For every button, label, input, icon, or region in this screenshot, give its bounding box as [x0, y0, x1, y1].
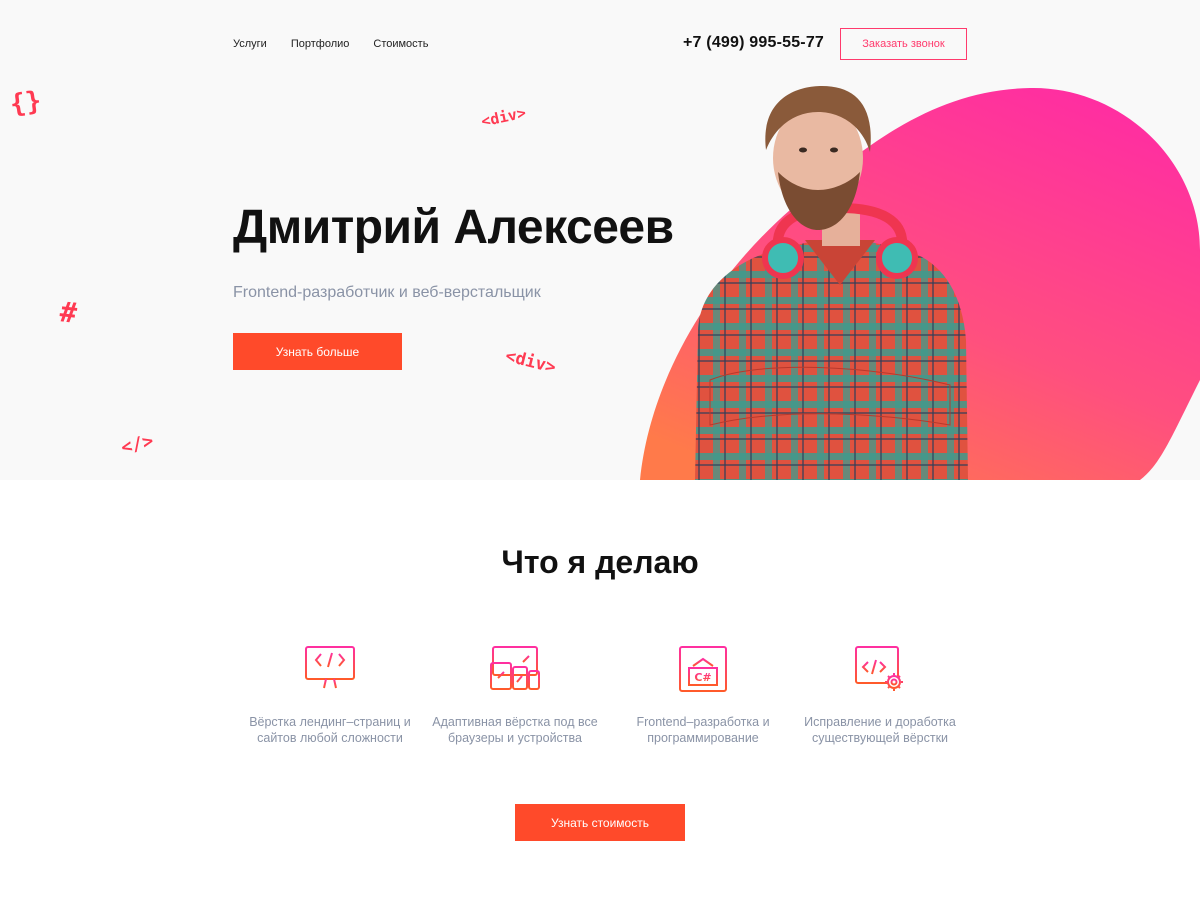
service-text-landing: Вёрстка лендинг–страниц и сайтов любой с…: [249, 715, 411, 745]
service-text-responsive: Адаптивная вёрстка под все браузеры и ус…: [432, 715, 598, 745]
services-title: Что я делаю: [501, 544, 699, 580]
hero-subtitle: Frontend-разработчик и веб-верстальщик: [233, 284, 541, 301]
decor-div-tag: <div>: [479, 103, 528, 131]
hero-name: Дмитрий Алексеев: [233, 201, 674, 254]
phone-number[interactable]: +7 (499) 995-55-77: [683, 34, 824, 52]
service-text-fix: Исправление и доработка существующей вёр…: [804, 715, 956, 745]
service-item-responsive: Адаптивная вёрстка под все браузеры и ус…: [425, 644, 605, 746]
service-item-frontend: C# Frontend–разработка и программировани…: [613, 644, 793, 746]
nav-item-services[interactable]: Услуги: [233, 38, 267, 50]
svg-text:C#: C#: [694, 671, 711, 684]
main-nav: Услуги Портфолио Стоимость: [233, 38, 428, 50]
monitor-code-icon: [305, 646, 355, 690]
decor-close-tag: </>: [118, 430, 156, 459]
browser-gear-icon: [855, 646, 903, 691]
responsive-devices-icon: [490, 646, 540, 690]
decor-hash: #: [58, 295, 79, 330]
service-item-landing: Вёрстка лендинг–страниц и сайтов любой с…: [240, 644, 420, 746]
service-item-fix: Исправление и доработка существующей вёр…: [790, 644, 970, 746]
get-price-button[interactable]: Узнать стоимость: [515, 804, 685, 841]
nav-item-portfolio[interactable]: Портфолио: [291, 38, 350, 50]
service-text-frontend: Frontend–разработка и программирование: [636, 715, 770, 745]
hero-section: Услуги Портфолио Стоимость +7 (499) 995-…: [0, 0, 1200, 480]
decor-braces: {}: [8, 85, 44, 121]
decor-div-tag-2: <div>: [503, 346, 558, 378]
hero-portrait-image: [640, 86, 1200, 480]
request-call-button[interactable]: Заказать звонок: [840, 28, 967, 60]
services-list: Вёрстка лендинг–страниц и сайтов любой с…: [240, 644, 970, 754]
nav-item-pricing[interactable]: Стоимость: [373, 38, 428, 50]
csharp-window-icon: C#: [679, 646, 727, 692]
learn-more-button[interactable]: Узнать больше: [233, 333, 402, 370]
